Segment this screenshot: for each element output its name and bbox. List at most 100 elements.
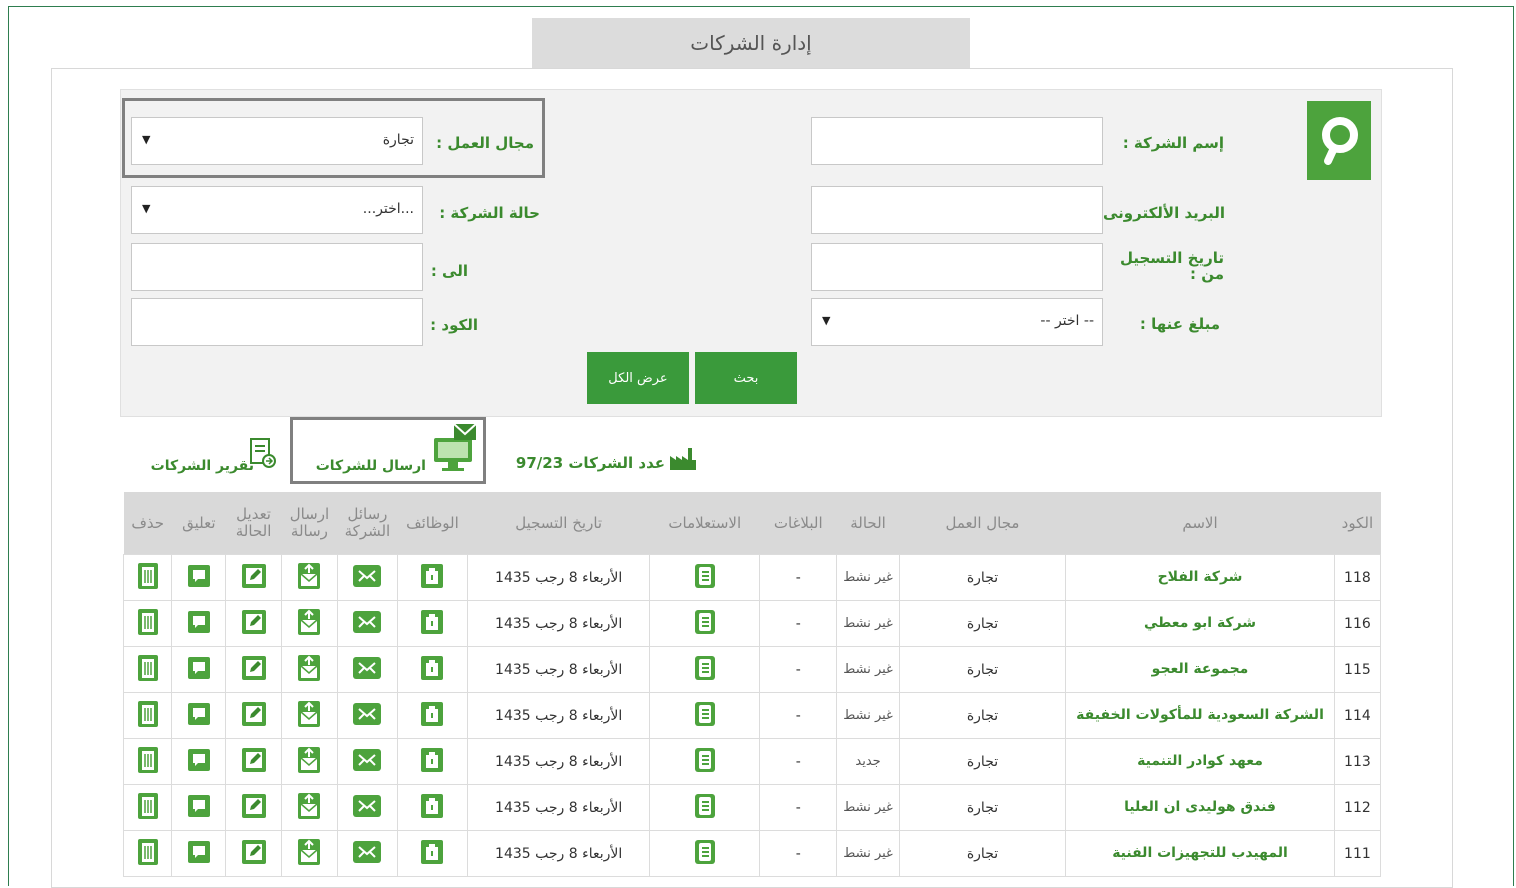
cell-edit-status	[225, 554, 282, 601]
company-name-input[interactable]	[811, 117, 1103, 165]
companies-report-button[interactable]: تقرير الشركات	[134, 436, 284, 480]
col-header-name: الاسم	[1065, 492, 1335, 555]
send-message-icon[interactable]	[297, 654, 321, 686]
trash-icon[interactable]	[137, 700, 159, 732]
jobs-clipboard-icon[interactable]	[420, 563, 444, 593]
work-field-select[interactable]: تجارة ▼	[131, 117, 423, 165]
envelope-icon[interactable]	[352, 840, 382, 868]
comment-icon[interactable]	[187, 748, 211, 776]
cell-reports: -	[759, 554, 838, 601]
code-input[interactable]	[131, 298, 423, 346]
edit-icon[interactable]	[241, 609, 267, 639]
cell-status: جديد	[836, 738, 900, 785]
cell-comment	[171, 784, 227, 831]
cell-inquiries	[649, 692, 761, 739]
work-field-value: تجارة	[382, 132, 414, 148]
inquiry-document-icon[interactable]	[694, 701, 716, 731]
trash-icon[interactable]	[137, 654, 159, 686]
jobs-clipboard-icon[interactable]	[420, 701, 444, 731]
comment-icon[interactable]	[187, 610, 211, 638]
cell-edit-status	[225, 830, 282, 877]
cell-company-messages	[336, 830, 399, 877]
cell-code: 112	[1333, 784, 1382, 831]
table-row: 114 الشركة السعودية للمأكولات الخفيفة تجار…	[122, 692, 1382, 739]
comment-icon[interactable]	[187, 702, 211, 730]
comment-icon[interactable]	[187, 794, 211, 822]
cell-inquiries	[649, 600, 761, 647]
trash-icon[interactable]	[137, 608, 159, 640]
envelope-icon[interactable]	[352, 748, 382, 776]
envelope-icon[interactable]	[352, 794, 382, 822]
send-message-icon[interactable]	[297, 700, 321, 732]
jobs-clipboard-icon[interactable]	[420, 609, 444, 639]
company-name-link[interactable]: معهد كوادر التنمية	[1065, 738, 1335, 785]
inquiry-document-icon[interactable]	[694, 609, 716, 639]
date-to-input[interactable]	[131, 243, 423, 291]
col-header-reg-date: تاريخ التسجيل	[467, 492, 650, 555]
envelope-icon[interactable]	[352, 610, 382, 638]
inquiry-document-icon[interactable]	[694, 793, 716, 823]
send-to-companies-button[interactable]: ارسال للشركات	[296, 420, 482, 480]
col-header-comment: تعليق	[171, 492, 226, 555]
edit-icon[interactable]	[241, 563, 267, 593]
cell-reg-date: الأربعاء 8 رجب 1435	[466, 600, 651, 647]
dropdown-arrow-icon: ▼	[822, 314, 831, 327]
edit-icon[interactable]	[241, 747, 267, 777]
inquiry-document-icon[interactable]	[694, 655, 716, 685]
edit-icon[interactable]	[241, 839, 267, 869]
send-message-icon[interactable]	[297, 838, 321, 870]
edit-icon[interactable]	[241, 655, 267, 685]
jobs-clipboard-icon[interactable]	[420, 655, 444, 685]
cell-field: تجارة	[898, 738, 1067, 785]
envelope-icon[interactable]	[352, 564, 382, 592]
company-status-select[interactable]: ...اختر... ▼	[131, 186, 423, 234]
cell-jobs	[397, 784, 468, 831]
jobs-clipboard-icon[interactable]	[420, 793, 444, 823]
show-all-button[interactable]: عرض الكل	[587, 352, 689, 404]
send-message-icon[interactable]	[297, 608, 321, 640]
send-message-icon[interactable]	[297, 792, 321, 824]
inquiry-document-icon[interactable]	[694, 747, 716, 777]
jobs-clipboard-icon[interactable]	[420, 747, 444, 777]
col-header-company-messages: رسائل الشركة	[337, 492, 398, 555]
company-status-label: حالة الشركة :	[439, 204, 540, 222]
edit-icon[interactable]	[241, 793, 267, 823]
comment-icon[interactable]	[187, 656, 211, 684]
col-header-reports: البلاغات	[759, 492, 837, 555]
jobs-clipboard-icon[interactable]	[420, 839, 444, 869]
search-icon[interactable]	[1307, 101, 1371, 180]
company-name-link[interactable]: الشركة السعودية للمأكولات الخفيفة	[1065, 692, 1335, 739]
reg-date-from-input[interactable]	[811, 243, 1103, 291]
edit-icon[interactable]	[241, 701, 267, 731]
cell-code: 114	[1333, 692, 1382, 739]
trash-icon[interactable]	[137, 562, 159, 594]
comment-icon[interactable]	[187, 564, 211, 592]
company-name-link[interactable]: شركة الفلاح	[1065, 554, 1335, 601]
company-name-link[interactable]: فندق هوليدى ان العليا	[1065, 784, 1335, 831]
page-title: إدارة الشركات	[532, 18, 970, 68]
envelope-icon[interactable]	[352, 656, 382, 684]
cell-jobs	[397, 646, 468, 693]
cell-inquiries	[649, 830, 761, 877]
cell-reports: -	[759, 692, 838, 739]
cell-edit-status	[225, 738, 282, 785]
send-message-icon[interactable]	[297, 746, 321, 778]
company-name-link[interactable]: شركة ابو معطي	[1065, 600, 1335, 647]
envelope-icon[interactable]	[352, 702, 382, 730]
trash-icon[interactable]	[137, 746, 159, 778]
company-name-link[interactable]: مجموعة العجو	[1065, 646, 1335, 693]
col-header-code: الكود	[1334, 492, 1381, 555]
cell-edit-status	[225, 646, 282, 693]
cell-code: 116	[1333, 600, 1382, 647]
company-name-link[interactable]: المهيدب للتجهيزات الفنية	[1065, 830, 1335, 877]
inquiry-document-icon[interactable]	[694, 839, 716, 869]
reported-amount-select[interactable]: -- اختر -- ▼	[811, 298, 1103, 346]
send-message-icon[interactable]	[297, 562, 321, 594]
trash-icon[interactable]	[137, 838, 159, 870]
search-button[interactable]: بحث	[695, 352, 797, 404]
trash-icon[interactable]	[137, 792, 159, 824]
email-input[interactable]	[811, 186, 1103, 234]
inquiry-document-icon[interactable]	[694, 563, 716, 593]
comment-icon[interactable]	[187, 840, 211, 868]
cell-field: تجارة	[898, 646, 1067, 693]
